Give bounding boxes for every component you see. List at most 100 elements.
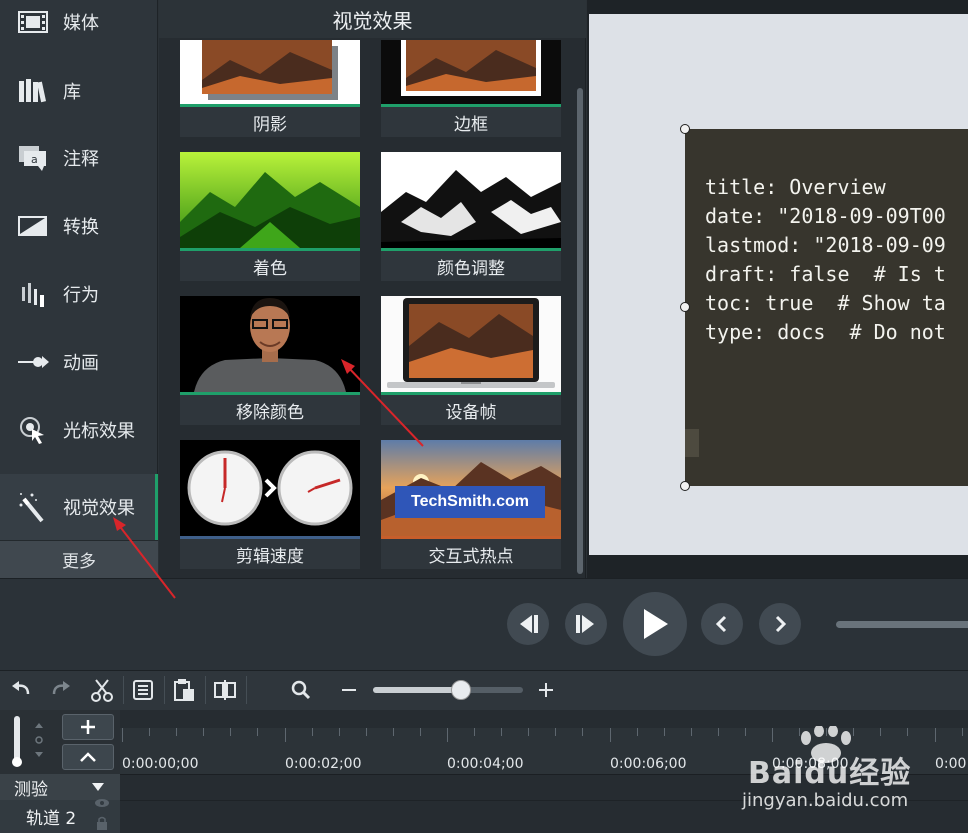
ruler-tick — [501, 728, 503, 736]
playback-scrub-bar[interactable] — [836, 621, 968, 628]
ruler-tick — [717, 728, 719, 736]
paste-icon[interactable] — [165, 670, 203, 710]
cursor-effect-icon — [16, 413, 50, 447]
ruler-tick — [392, 728, 394, 736]
panel-title: 视觉效果 — [159, 0, 586, 38]
sidebar-item-label: 视觉效果 — [63, 498, 135, 519]
more-button[interactable]: 更多 — [0, 540, 158, 578]
canvas-media-clip[interactable]: title: Overview date: "2018-09-09T00 lastm… — [685, 129, 968, 486]
track-header-quiz[interactable]: 测验 — [0, 774, 120, 800]
chevron-down-icon[interactable] — [92, 782, 104, 792]
tile-label: 边框 — [381, 107, 561, 137]
magic-wand-icon — [16, 490, 50, 524]
effect-tile-color-adjust[interactable]: 颜色调整 — [381, 152, 561, 281]
track-name: 轨道 2 — [26, 809, 77, 829]
previous-icon[interactable] — [701, 603, 743, 645]
sidebar-item-annotations[interactable]: a 注释 — [0, 125, 158, 191]
split-icon[interactable] — [206, 670, 244, 710]
svg-text:a: a — [31, 153, 38, 166]
sidebar-item-transitions[interactable]: 转换 — [0, 193, 158, 259]
sidebar-item-label: 库 — [63, 82, 81, 103]
track-height-knob[interactable] — [12, 757, 22, 767]
time-label: 0:00:02;00 — [285, 756, 362, 772]
collapse-tracks-button[interactable] — [62, 744, 114, 770]
ruler-tick — [122, 728, 123, 742]
ruler-tick — [636, 728, 638, 736]
eye-icon[interactable] — [94, 798, 110, 808]
sidebar-item-animations[interactable]: 动画 — [0, 329, 158, 395]
step-back-icon[interactable] — [507, 603, 549, 645]
sidebar-item-label: 动画 — [63, 353, 99, 374]
clip-text-content: title: Overview date: "2018-09-09T00 lastm… — [705, 173, 946, 347]
ruler-tick — [311, 728, 313, 736]
effect-tile-shadow[interactable]: 阴影 — [180, 40, 360, 137]
sidebar-item-label: 注释 — [63, 149, 99, 170]
zoom-icon[interactable] — [282, 670, 320, 710]
shadow-thumbnail — [180, 40, 360, 104]
ruler-tick — [338, 728, 340, 736]
track-header-track-2[interactable]: 轨道 2 — [0, 798, 120, 833]
zoom-slider-knob[interactable] — [451, 680, 471, 700]
time-label: 0:00 — [935, 756, 967, 772]
ruler-tick — [555, 728, 557, 736]
clip-speed-thumbnail — [180, 440, 360, 536]
track-name: 测验 — [14, 779, 48, 800]
effect-tile-clip-speed[interactable]: 剪辑速度 — [180, 440, 360, 569]
ruler-tick — [772, 728, 773, 742]
resize-handle[interactable] — [680, 481, 690, 491]
sidebar-item-media[interactable]: 媒体 — [0, 0, 158, 55]
ruler-tick — [257, 728, 259, 736]
lock-icon[interactable] — [96, 816, 108, 830]
sidebar-item-visual-effects[interactable]: 视觉效果 — [0, 474, 158, 540]
sidebar-item-library[interactable]: 库 — [0, 58, 158, 124]
effect-tile-colorize[interactable]: 着色 — [180, 152, 360, 281]
tool-sidebar: 媒体 库 a 注释 转换 行为 动画 光标效果 视觉效果 更多 — [0, 0, 158, 578]
effect-tile-interactive-hotspot[interactable]: TechSmith.com 交互式热点 — [381, 440, 561, 569]
tile-label: 交互式热点 — [381, 539, 561, 569]
ruler-tick — [934, 728, 936, 742]
tile-label: 设备帧 — [381, 395, 561, 425]
zoom-out-icon[interactable] — [330, 670, 368, 710]
ruler-tick — [447, 728, 448, 742]
zoom-in-icon[interactable] — [527, 670, 565, 710]
ruler-tick — [230, 728, 232, 736]
doc-line: date: "2018-09-09T00 — [705, 204, 946, 228]
sidebar-item-cursor-effects[interactable]: 光标效果 — [0, 397, 158, 463]
step-forward-icon[interactable] — [565, 603, 607, 645]
animation-arrow-icon — [16, 345, 50, 379]
sidebar-item-label: 媒体 — [63, 13, 99, 34]
ruler-tick — [609, 728, 611, 742]
tile-label: 阴影 — [180, 107, 360, 137]
panel-scrollbar[interactable] — [577, 88, 583, 574]
tile-label: 着色 — [180, 251, 360, 281]
ruler-tick — [663, 728, 665, 736]
resize-handle[interactable] — [680, 124, 690, 134]
colorize-thumbnail — [180, 152, 360, 248]
film-icon — [16, 5, 50, 39]
ruler-tick — [907, 728, 909, 736]
next-icon[interactable] — [759, 603, 801, 645]
effect-tile-remove-color[interactable]: 移除颜色 — [180, 296, 360, 425]
add-track-button[interactable] — [62, 714, 114, 740]
sidebar-item-label: 光标效果 — [63, 421, 135, 442]
doc-line: draft: false # Is t — [705, 262, 946, 286]
effect-tile-border[interactable]: 边框 — [381, 40, 561, 137]
ruler-tick — [961, 728, 963, 736]
ruler-tick — [690, 728, 692, 736]
tile-label: 颜色调整 — [381, 251, 561, 281]
redo-icon[interactable] — [42, 670, 80, 710]
ruler-tick — [474, 728, 476, 736]
undo-icon[interactable] — [2, 670, 40, 710]
resize-handle[interactable] — [680, 302, 690, 312]
cut-icon[interactable] — [83, 670, 121, 710]
copy-icon[interactable] — [124, 670, 162, 710]
sidebar-item-behaviors[interactable]: 行为 — [0, 261, 158, 327]
ruler-tick — [176, 728, 178, 736]
play-icon[interactable] — [623, 592, 687, 656]
zoom-slider-fill — [373, 687, 461, 693]
annotation-bubble-icon: a — [16, 141, 50, 175]
ruler-tick — [365, 728, 367, 736]
effect-tile-device-frame[interactable]: 设备帧 — [381, 296, 561, 425]
watermark-url: jingyan.baidu.com — [742, 790, 909, 811]
playback-bar — [0, 578, 968, 670]
